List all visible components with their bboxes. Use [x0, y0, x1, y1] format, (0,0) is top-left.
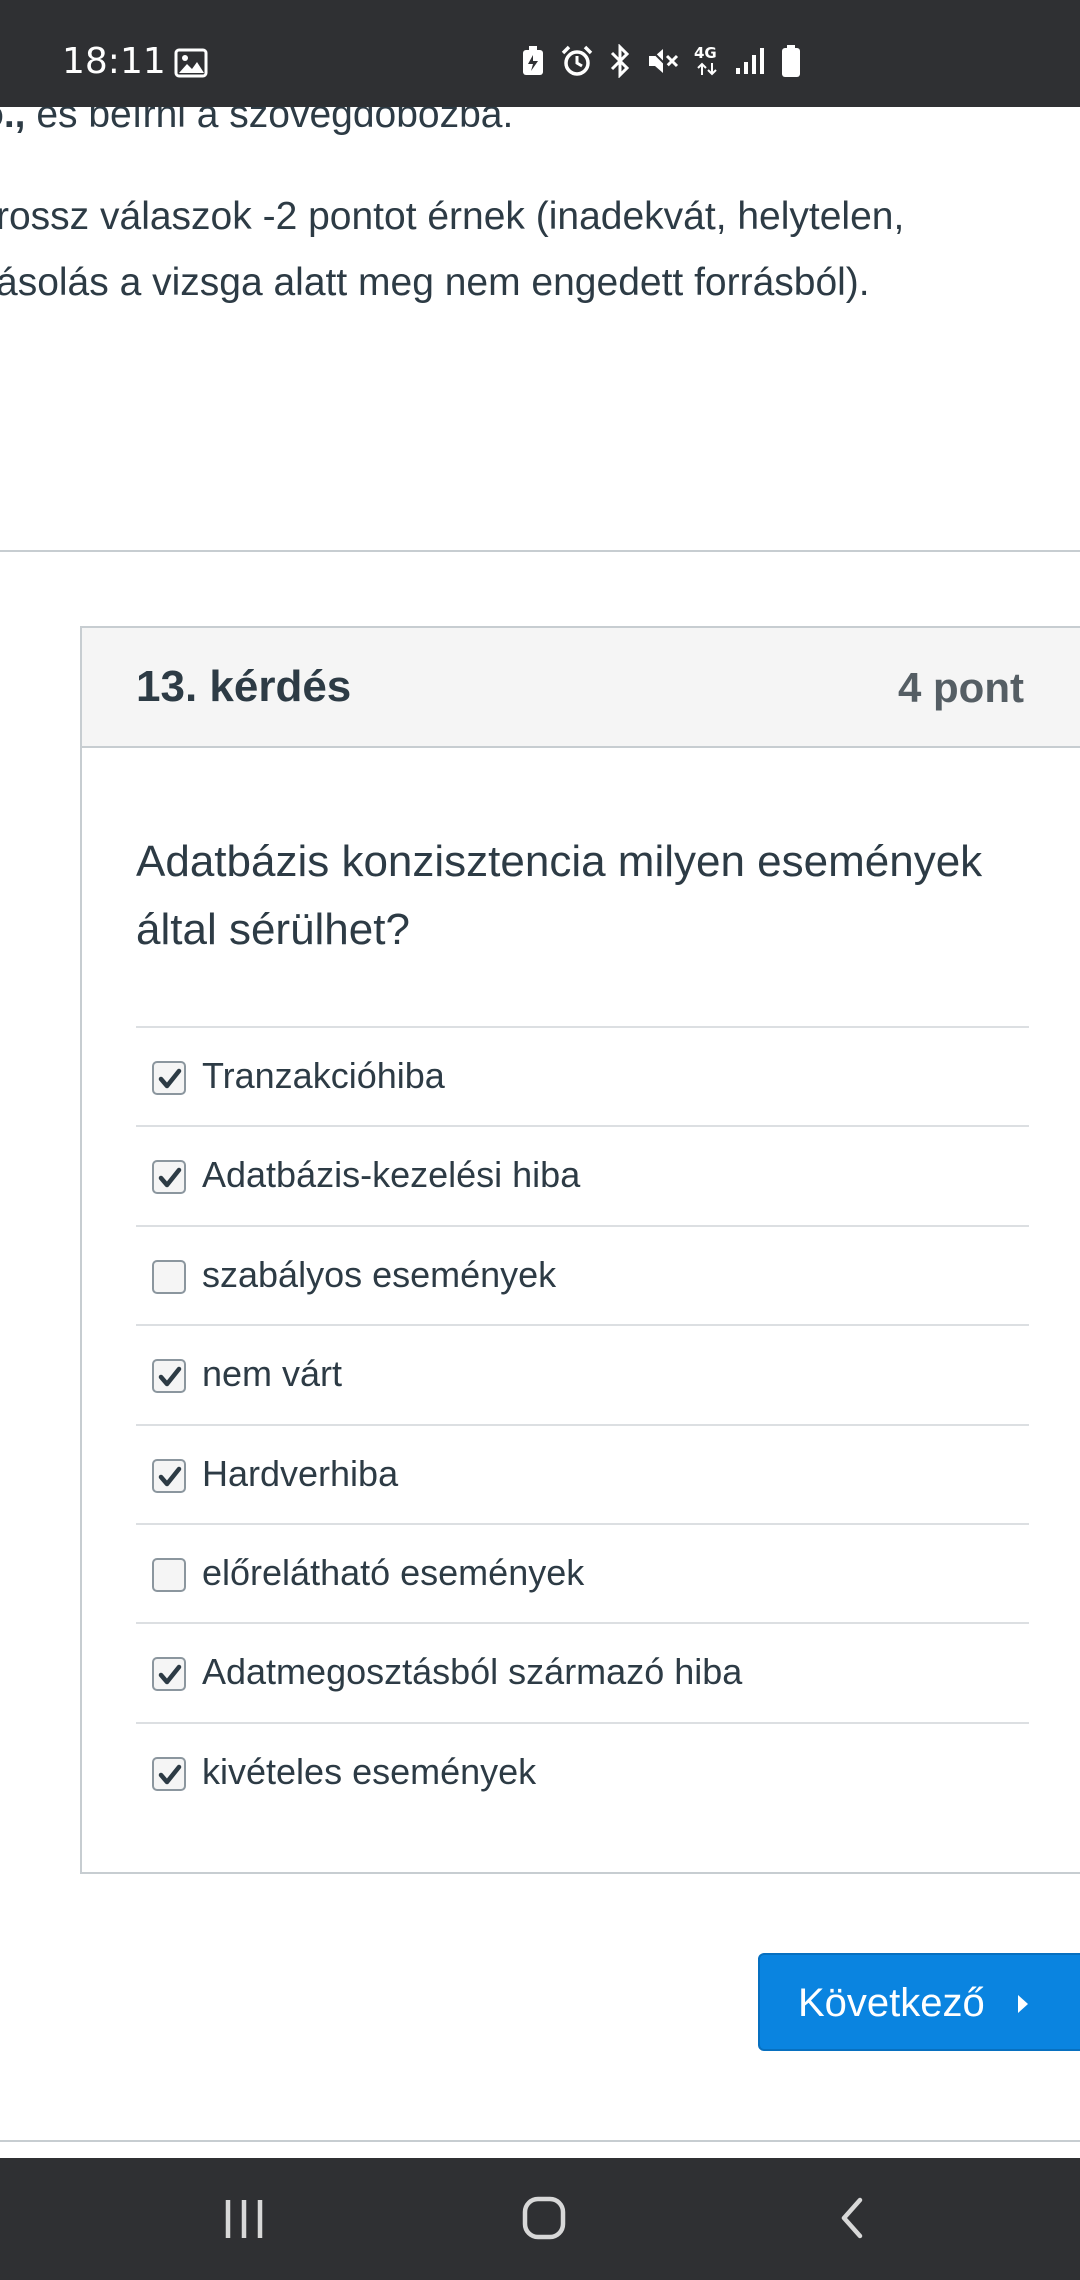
answer-label: nem várt	[202, 1353, 343, 1395]
answer-checkbox[interactable]	[152, 1359, 186, 1394]
answer-label: Adatmegosztásból származó hiba	[202, 1651, 743, 1693]
footer-divider	[0, 2140, 1080, 2142]
question-header: 13. kérdés 4 pont	[82, 628, 1080, 748]
checkmark-icon	[158, 1764, 182, 1784]
answer-checkbox[interactable]	[152, 1756, 186, 1791]
answer-label: előrelátható események	[202, 1551, 585, 1593]
signal-icon	[736, 48, 764, 74]
checkmark-icon	[158, 1665, 182, 1685]
quiz-page: o., és beírni a szövegdobozba. rossz vál…	[0, 0, 1080, 2280]
answer-checkbox[interactable]	[152, 1557, 186, 1592]
status-bar: 18:11 4G	[0, 0, 1080, 107]
checkmark-icon	[158, 1168, 182, 1188]
back-icon[interactable]	[822, 2194, 882, 2244]
network-4g-icon: 4G	[694, 45, 720, 77]
answer-list: Tranzakcióhiba Adatbázis-kezelési hiba s…	[136, 1026, 1029, 1823]
answer-option[interactable]: Adatbázis-kezelési hiba	[136, 1127, 1029, 1227]
question-card: 13. kérdés 4 pont Adatbázis konzisztenci…	[80, 626, 1080, 1874]
status-time: 18:11	[62, 41, 166, 82]
answer-checkbox[interactable]	[152, 1657, 186, 1692]
next-button[interactable]: Következő	[758, 1953, 1080, 2051]
recents-icon[interactable]	[214, 2194, 274, 2244]
answer-label: szabályos események	[202, 1253, 557, 1295]
network-label: 4G	[694, 44, 717, 62]
bluetooth-icon	[610, 44, 630, 78]
answer-label: Hardverhiba	[202, 1452, 399, 1494]
caret-right-icon	[1018, 1995, 1028, 2013]
mute-icon	[647, 46, 679, 76]
next-button-label: Következő	[798, 1981, 985, 2025]
checkmark-icon	[158, 1366, 182, 1387]
intro-line-1: rossz válaszok -2 pontot érnek (inadekvá…	[0, 195, 905, 238]
question-text: Adatbázis konzisztencia milyen események…	[136, 837, 983, 954]
alarm-icon	[561, 45, 593, 76]
checkmark-icon	[158, 1466, 182, 1486]
answer-option[interactable]: Adatmegosztásból származó hiba	[136, 1624, 1029, 1724]
home-icon[interactable]	[514, 2194, 574, 2244]
section-divider	[0, 550, 1080, 552]
image-icon	[174, 48, 208, 83]
answer-option[interactable]: Tranzakcióhiba	[136, 1028, 1029, 1128]
answer-label: Tranzakcióhiba	[202, 1055, 445, 1096]
answer-checkbox[interactable]	[152, 1259, 186, 1294]
battery-saver-icon	[523, 46, 543, 75]
answer-checkbox[interactable]	[152, 1061, 186, 1095]
answer-option[interactable]: szabályos események	[136, 1227, 1029, 1327]
answer-option[interactable]: kivételes események	[136, 1724, 1029, 1823]
intro-line-2: ásolás a vizsga alatt meg nem engedett f…	[0, 261, 870, 304]
question-points: 4 pont	[898, 664, 1024, 711]
answer-checkbox[interactable]	[152, 1458, 186, 1493]
answer-option[interactable]: nem várt	[136, 1326, 1029, 1426]
status-icons: 4G	[520, 44, 802, 78]
battery-icon	[782, 45, 800, 77]
question-title: 13. kérdés	[136, 662, 352, 711]
answer-checkbox[interactable]	[152, 1160, 186, 1195]
answer-option[interactable]: Hardverhiba	[136, 1426, 1029, 1525]
navigation-bar	[0, 2158, 1080, 2280]
answer-option[interactable]: előrelátható események	[136, 1525, 1029, 1625]
answer-label: Adatbázis-kezelési hiba	[202, 1154, 581, 1196]
checkmark-icon	[158, 1068, 182, 1089]
answer-label: kivételes események	[202, 1750, 537, 1792]
